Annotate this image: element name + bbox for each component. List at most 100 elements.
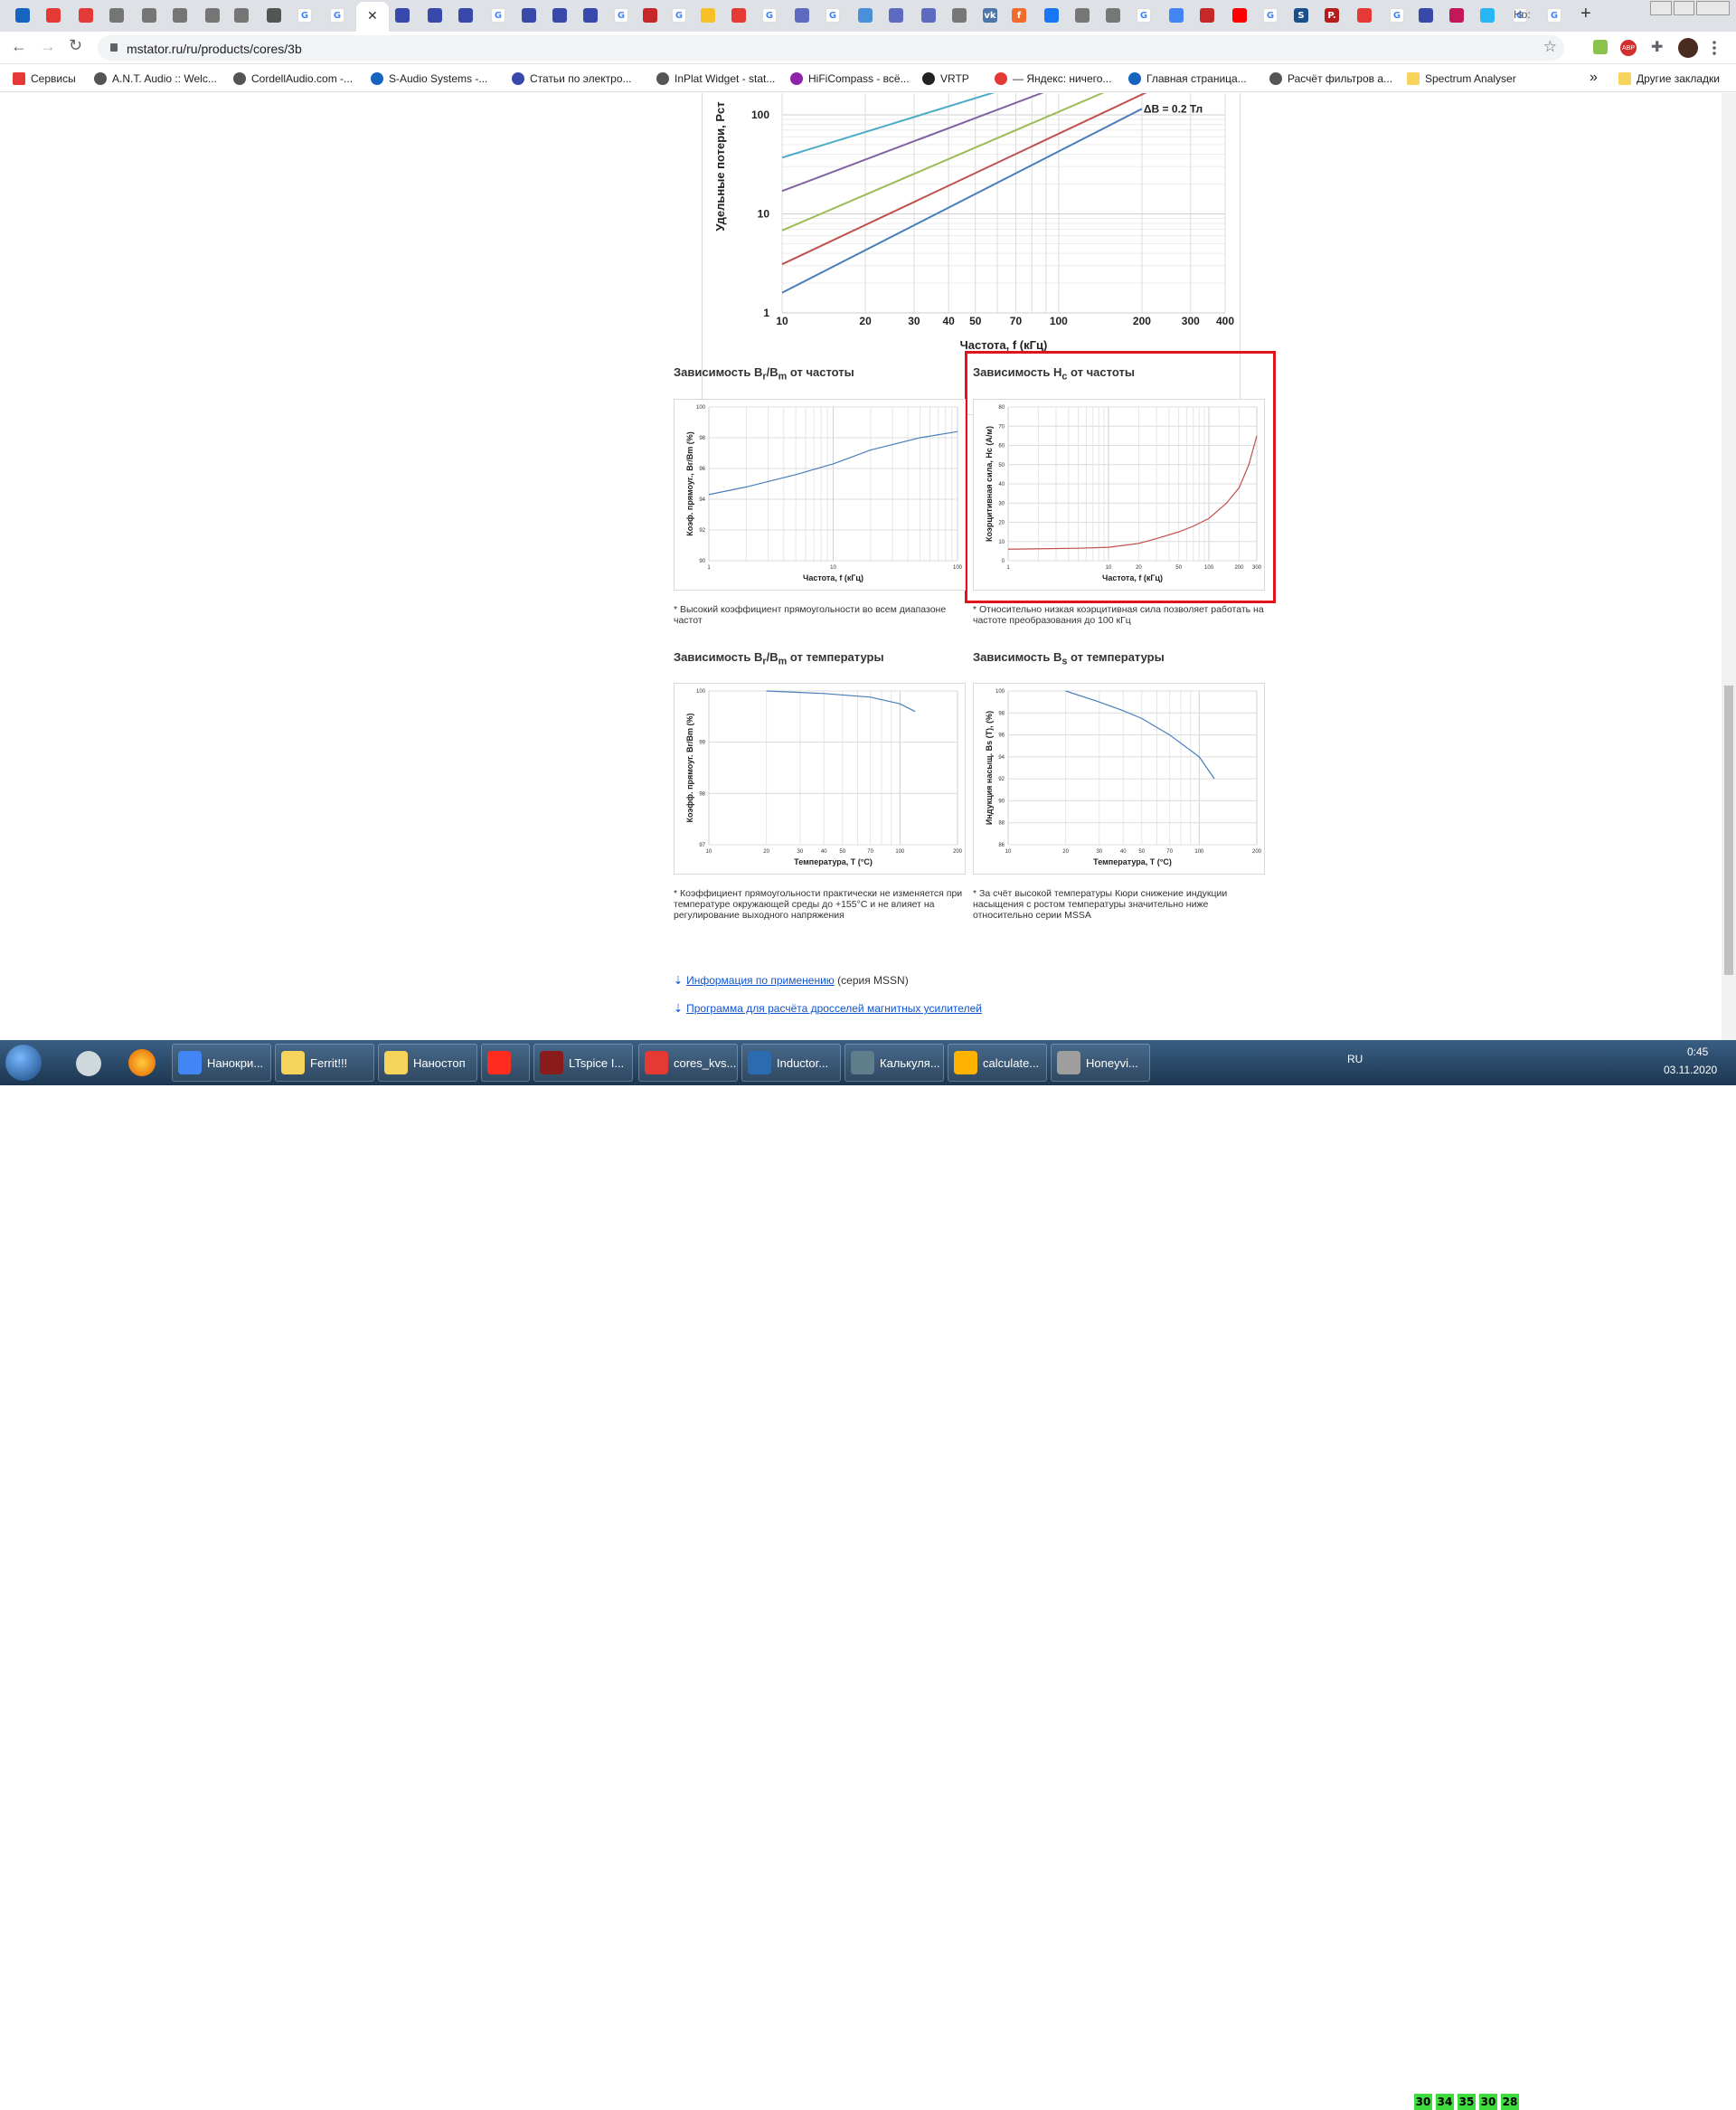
taskbar-button[interactable]: Ferrit!!! [275,1044,374,1082]
minimize-button[interactable] [1650,1,1672,15]
close-tab-icon[interactable]: ✕ [367,8,378,24]
browser-tab[interactable] [43,5,63,25]
browser-tab[interactable] [580,5,600,25]
taskbar-button[interactable]: cores_kvs... [638,1044,738,1082]
taskbar-button[interactable]: Inductor... [741,1044,841,1082]
browser-tab[interactable]: G [327,5,347,25]
tray-indicator[interactable]: 30 [1414,2094,1432,2110]
maximize-button[interactable] [1673,1,1695,15]
browser-tab[interactable] [640,5,660,25]
tray-indicator[interactable]: 35 [1458,2094,1476,2110]
browser-tab[interactable] [203,5,222,25]
tab-last[interactable]: Но: [1514,8,1531,21]
google-icon[interactable]: G [1544,5,1564,25]
browser-tab[interactable] [231,5,251,25]
browser-tab[interactable] [1166,5,1186,25]
browser-tab[interactable] [1416,5,1436,25]
taskbar-button[interactable]: LTspice I... [533,1044,633,1082]
browser-tab[interactable] [392,5,412,25]
new-tab-icon[interactable]: + [1580,4,1591,24]
bookmark-item[interactable]: Расчёт фильтров а... [1269,72,1392,85]
start-button[interactable] [5,1045,42,1081]
browser-tab[interactable] [698,5,718,25]
browser-tab[interactable]: G [760,5,779,25]
bookmark-item[interactable]: Spectrum Analyser [1407,72,1516,85]
tray-indicator[interactable]: 28 [1501,2094,1519,2110]
bookmark-item[interactable]: A.N.T. Audio :: Welc... [94,72,217,85]
adblock-icon[interactable]: ABP [1620,40,1637,56]
bookmarks-overflow-icon[interactable]: » [1590,70,1598,86]
quick-launch-icon[interactable] [76,1051,101,1076]
browser-tab[interactable] [13,5,33,25]
browser-tab[interactable] [855,5,875,25]
bookmark-item[interactable]: HiFiCompass - всё... [790,72,910,85]
browser-tab[interactable] [919,5,939,25]
browser-tab[interactable]: G [295,5,315,25]
browser-tab[interactable] [425,5,445,25]
browser-tab[interactable]: f [1009,5,1029,25]
browser-tab[interactable]: G [1387,5,1407,25]
clock-time[interactable]: 0:45 [1687,1046,1708,1058]
browser-tab[interactable] [550,5,570,25]
calculation-program-link[interactable]: Программа для расчёта дросселей магнитны… [686,1002,982,1015]
browser-tab[interactable] [1477,5,1497,25]
browser-tab[interactable]: G [488,5,508,25]
close-window-button[interactable] [1696,1,1731,15]
bookmark-other[interactable]: Другие закладки [1618,72,1720,85]
extension-icon[interactable] [1593,40,1608,54]
browser-tab[interactable] [1447,5,1467,25]
browser-tab[interactable]: G [669,5,689,25]
bookmark-item[interactable]: CordellAudio.com -... [233,72,353,85]
browser-tab[interactable] [792,5,812,25]
back-icon[interactable]: ← [11,37,27,56]
tray-indicator[interactable]: 30 [1479,2094,1497,2110]
browser-tab[interactable]: G [1134,5,1154,25]
clock-date[interactable]: 03.11.2020 [1664,1064,1717,1076]
browser-tab[interactable] [1042,5,1061,25]
tray-indicator[interactable]: 34 [1436,2094,1454,2110]
profile-avatar[interactable] [1678,38,1698,58]
browser-tab[interactable] [729,5,749,25]
browser-tab[interactable] [1354,5,1374,25]
browser-tab[interactable]: G [1260,5,1280,25]
language-indicator[interactable]: RU [1347,1053,1363,1065]
browser-tab[interactable]: G [823,5,843,25]
application-info-link[interactable]: Информация по применению [686,974,835,987]
browser-tab[interactable] [519,5,539,25]
browser-tab[interactable] [170,5,190,25]
address-bar[interactable]: mstator.ru/ru/products/cores/3b ☆ [98,35,1564,61]
menu-icon[interactable] [1712,40,1716,56]
reload-icon[interactable]: ↻ [69,36,82,55]
bookmark-item[interactable]: — Яндекс: ничего... [995,72,1111,85]
firefox-icon[interactable] [128,1049,156,1076]
browser-tab[interactable] [264,5,284,25]
bookmark-item[interactable]: VRTP [922,72,969,85]
forward-icon[interactable]: → [40,37,56,56]
taskbar-button[interactable]: Калькуля... [844,1044,944,1082]
bookmark-item[interactable]: InPlat Widget - stat... [656,72,775,85]
scrollbar-thumb[interactable] [1724,686,1733,975]
bookmark-star-icon[interactable]: ☆ [1543,38,1557,56]
browser-tab[interactable] [949,5,969,25]
bookmark-item[interactable]: Сервисы [13,72,76,85]
browser-tab[interactable] [1072,5,1092,25]
page-scrollbar[interactable] [1722,93,1736,1040]
browser-tab[interactable]: P. [1322,5,1342,25]
bookmark-item[interactable]: Главная страница... [1128,72,1247,85]
browser-tab[interactable]: G [611,5,631,25]
browser-tab[interactable] [886,5,906,25]
browser-tab[interactable] [139,5,159,25]
taskbar-button[interactable] [481,1044,530,1082]
bookmark-item[interactable]: Статьи по электро... [512,72,632,85]
bookmark-item[interactable]: S-Audio Systems -... [371,72,487,85]
browser-tab[interactable]: S [1291,5,1311,25]
browser-tab[interactable] [107,5,127,25]
taskbar-button[interactable]: calculate... [948,1044,1047,1082]
active-tab[interactable]: ✕ [356,2,389,32]
browser-tab[interactable]: vk [980,5,1000,25]
browser-tab[interactable] [1230,5,1250,25]
taskbar-button[interactable]: Нанокри... [172,1044,271,1082]
browser-tab[interactable] [1103,5,1123,25]
browser-tab[interactable] [1197,5,1217,25]
taskbar-button[interactable]: Наностоп [378,1044,477,1082]
